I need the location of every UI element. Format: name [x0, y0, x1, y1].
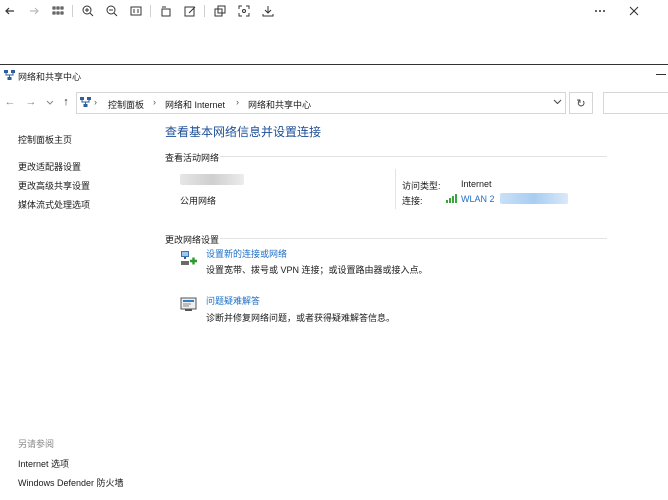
wifi-signal-icon [446, 193, 458, 205]
see-also-internet-options[interactable]: Internet 选项 [18, 457, 69, 470]
minimize-icon[interactable] [656, 74, 666, 75]
wlan-connection-link[interactable]: WLAN 2 [461, 194, 495, 204]
network-type: 公用网络 [180, 196, 217, 206]
address-bar[interactable]: › 控制面板 › 网络和 Internet › 网络和共享中心 [76, 92, 566, 114]
network-app-icon [4, 70, 15, 83]
network-name-redacted [180, 174, 244, 185]
connection-name-redacted [500, 193, 568, 204]
more-icon[interactable] [592, 3, 608, 19]
breadcrumb-chevron-icon[interactable]: › [94, 97, 97, 107]
zoom-in-icon[interactable] [80, 3, 96, 19]
sidebar-media-streaming[interactable]: 媒体流式处理选项 [18, 198, 90, 211]
vertical-divider [395, 169, 396, 209]
refresh-icon[interactable]: ↻ [569, 92, 593, 114]
network-address-icon [80, 97, 91, 110]
nav-up-icon[interactable]: ↑ [59, 95, 73, 109]
network-sharing-window: 网络和共享中心 ← → ↑ › 控制面板 › 网络和 Internet › 网络… [0, 64, 668, 500]
sidebar-control-panel-home[interactable]: 控制面板主页 [18, 133, 72, 146]
rotate-icon[interactable] [158, 3, 174, 19]
back-icon[interactable] [2, 3, 18, 19]
save-icon[interactable] [260, 3, 276, 19]
grid-icon[interactable] [50, 3, 66, 19]
address-row: ← → ↑ › 控制面板 › 网络和 Internet › 网络和共享中心 ↻ [0, 91, 668, 115]
search-input[interactable] [603, 92, 668, 114]
breadcrumb-network-internet[interactable]: 网络和 Internet [165, 98, 225, 111]
section-divider [220, 238, 607, 239]
toolbar-divider [72, 5, 73, 17]
nav-forward-icon[interactable]: → [24, 95, 38, 109]
connection-label: 连接: [402, 196, 423, 206]
change-settings-heading: 更改网络设置 [165, 235, 220, 245]
breadcrumb-control-panel[interactable]: 控制面板 [108, 98, 144, 111]
section-divider [220, 156, 607, 157]
breadcrumb-network-sharing[interactable]: 网络和共享中心 [248, 98, 311, 111]
page-title: 查看基本网络信息并设置连接 [165, 125, 322, 139]
breadcrumb-chevron-icon[interactable]: › [153, 97, 156, 107]
troubleshoot-link[interactable]: 问题疑难解答 [206, 294, 260, 307]
setup-new-connection-link[interactable]: 设置新的连接或网络 [206, 247, 287, 260]
sidebar-change-adapter[interactable]: 更改适配器设置 [18, 160, 81, 173]
address-dropdown-icon[interactable] [553, 97, 562, 108]
window-titlebar: 网络和共享中心 [0, 65, 668, 85]
edit-icon[interactable] [182, 3, 198, 19]
close-icon[interactable] [626, 3, 642, 19]
toolbar-divider [204, 5, 205, 17]
access-type-value: Internet [461, 179, 492, 189]
toolbar-divider [150, 5, 151, 17]
window-title: 网络和共享中心 [18, 72, 82, 82]
access-type-label: 访问类型: [402, 181, 441, 191]
viewer-toolbar [0, 0, 668, 22]
troubleshoot-icon [180, 296, 197, 315]
fit-icon[interactable] [128, 3, 144, 19]
new-connection-icon [180, 249, 198, 269]
sidebar-advanced-sharing[interactable]: 更改高级共享设置 [18, 179, 90, 192]
see-also-defender-firewall[interactable]: Windows Defender 防火墙 [18, 476, 124, 489]
see-also-heading: 另请参阅 [18, 439, 55, 449]
breadcrumb-chevron-icon[interactable]: › [236, 97, 239, 107]
troubleshoot-desc: 诊断并修复网络问题，或者获得疑难解答信息。 [206, 313, 396, 323]
nav-back-icon[interactable]: ← [3, 95, 17, 109]
copy-icon[interactable] [212, 3, 228, 19]
zoom-out-icon[interactable] [104, 3, 120, 19]
crop-icon[interactable] [236, 3, 252, 19]
active-networks-heading: 查看活动网络 [165, 153, 220, 163]
setup-new-connection-desc: 设置宽带、拨号或 VPN 连接；或设置路由器或接入点。 [206, 265, 428, 275]
forward-icon[interactable] [26, 3, 42, 19]
recent-dropdown-icon[interactable] [43, 95, 57, 109]
